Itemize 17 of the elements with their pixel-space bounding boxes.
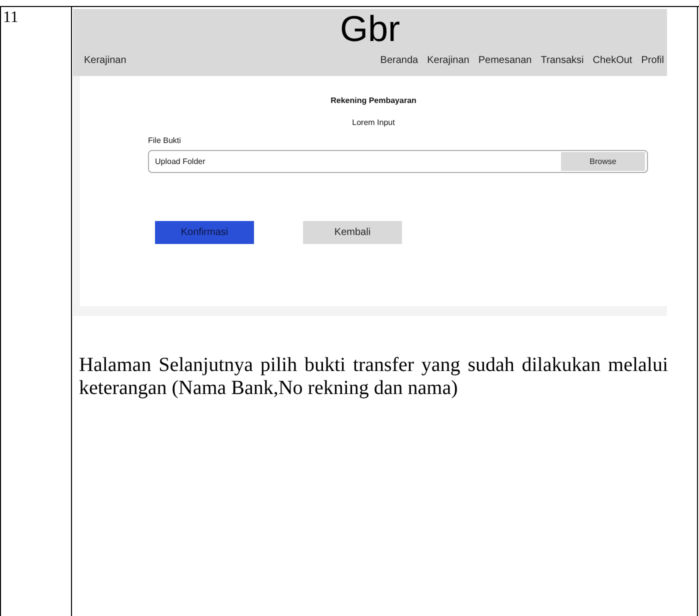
nav-link[interactable]: Kerajinan (427, 55, 470, 66)
nav-link[interactable]: ChekOut (592, 55, 632, 66)
file-field[interactable]: Upload Folder Browse (148, 150, 648, 173)
placeholder-text: Upload Folder (154, 157, 206, 166)
brand-label: Kerajinan (84, 55, 126, 66)
field-label: File Bukti (148, 136, 181, 145)
nav-link[interactable]: Profil (641, 55, 664, 66)
section-heading: Rekening Pembayaran (330, 96, 416, 105)
back-button[interactable]: Kembali (303, 221, 402, 244)
row-number: 11 (3, 9, 18, 26)
header-title: Gbr (340, 9, 400, 49)
nav-link[interactable]: Beranda (380, 55, 418, 66)
nav-link[interactable]: Pemesanan (478, 55, 532, 66)
nav-link[interactable]: Transaksi (540, 55, 584, 66)
info-text: Lorem Input (352, 118, 395, 127)
description-paragraph: Halaman Selanjutnya pilih bukti transfer yang sudah dilakukan melalui keterangan (Nama Bank,No rekning dan nama) (79, 354, 668, 400)
browse-button[interactable]: Browse (561, 152, 645, 171)
